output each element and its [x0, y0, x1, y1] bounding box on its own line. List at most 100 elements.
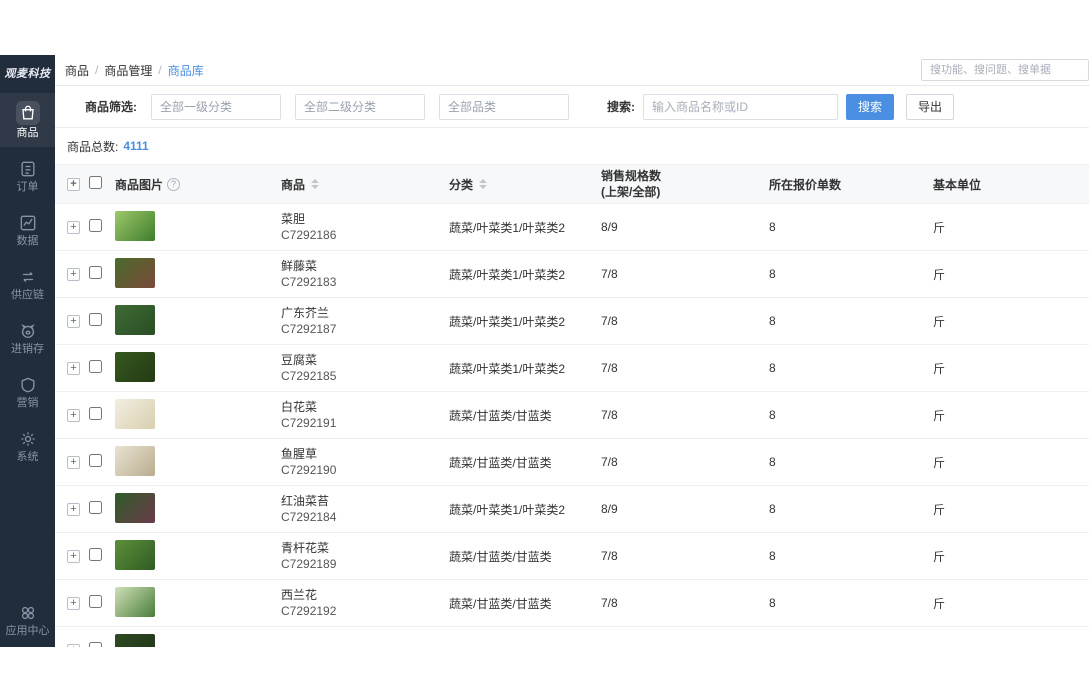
- sidebar-item-supply-chain[interactable]: 供应链: [0, 259, 55, 309]
- expand-all-button[interactable]: +: [67, 178, 80, 191]
- sidebar-item-label: 商品: [17, 128, 39, 139]
- level2-category-select[interactable]: 全部二级分类: [295, 94, 425, 120]
- product-name: 白花菜: [281, 400, 449, 414]
- sidebar-item-orders[interactable]: 订单: [0, 151, 55, 201]
- quote-count: 8: [769, 596, 933, 610]
- row-checkbox[interactable]: [89, 407, 102, 420]
- sidebar-nav: 商品订单数据供应链进销存营销系统: [0, 93, 55, 471]
- product-name-cell: 西兰花C7292192: [281, 588, 449, 619]
- product-name-cell: 青杆花菜C7292189: [281, 541, 449, 572]
- sidebar-item-label: 营销: [17, 398, 39, 409]
- header-quote-count: 所在报价单数: [769, 176, 933, 193]
- row-checkbox[interactable]: [89, 360, 102, 373]
- expand-row-button[interactable]: +: [67, 362, 80, 375]
- product-category: 蔬菜/叶菜类1/叶菜类2: [449, 219, 601, 236]
- brand-logo: 观麦科技: [5, 55, 51, 87]
- product-code: C7292183: [281, 275, 449, 289]
- base-unit: 斤: [933, 548, 1089, 565]
- header-base-unit: 基本单位: [933, 176, 1089, 193]
- product-code: C7292191: [281, 416, 449, 430]
- spec-count: 7/8: [601, 267, 769, 281]
- expand-row-button[interactable]: +: [67, 644, 80, 648]
- search-button[interactable]: 搜索: [846, 94, 894, 120]
- spec-count: 8/9: [601, 502, 769, 516]
- summary-bar: 商品总数: 4111: [55, 128, 1089, 164]
- sidebar-item-inventory[interactable]: 进销存: [0, 313, 55, 363]
- product-name-cell: 鲜藤菜C7292183: [281, 259, 449, 290]
- table-row: +: [55, 627, 1089, 647]
- product-name-cell: 广东芥兰C7292187: [281, 306, 449, 337]
- global-search-input[interactable]: [921, 59, 1089, 81]
- export-button[interactable]: 导出: [906, 94, 954, 120]
- row-checkbox[interactable]: [89, 642, 102, 647]
- goods-icon: [16, 101, 40, 125]
- product-type-select[interactable]: 全部品类: [439, 94, 569, 120]
- product-image-cell: [115, 258, 281, 291]
- header-spec-count: 销售规格数 (上架/全部): [601, 168, 769, 200]
- expand-row-button[interactable]: +: [67, 221, 80, 234]
- product-name-cell: 豆腐菜C7292185: [281, 353, 449, 384]
- expand-row-button[interactable]: +: [67, 597, 80, 610]
- product-code: C7292186: [281, 228, 449, 242]
- header-category[interactable]: 分类: [449, 176, 601, 193]
- row-checkbox[interactable]: [89, 266, 102, 279]
- quote-count: 8: [769, 502, 933, 516]
- sidebar-item-label: 应用中心: [6, 626, 50, 637]
- quote-count: 8: [769, 408, 933, 422]
- product-name: 西兰花: [281, 588, 449, 602]
- expand-row-button[interactable]: +: [67, 456, 80, 469]
- product-image: [115, 305, 155, 335]
- product-image: [115, 540, 155, 570]
- sidebar-item-marketing[interactable]: 营销: [0, 367, 55, 417]
- product-name: 鱼腥草: [281, 447, 449, 461]
- product-image-cell: [115, 305, 281, 338]
- header-product[interactable]: 商品: [281, 176, 449, 193]
- level1-category-select[interactable]: 全部一级分类: [151, 94, 281, 120]
- product-image-cell: [115, 587, 281, 620]
- product-image-cell: [115, 493, 281, 526]
- row-checkbox[interactable]: [89, 313, 102, 326]
- table-row: +白花菜C7292191蔬菜/甘蓝类/甘蓝类7/88斤: [55, 392, 1089, 439]
- row-checkbox-cell: [89, 313, 115, 329]
- product-code: C7292184: [281, 510, 449, 524]
- app-center-icon: [18, 603, 38, 623]
- expand-row-button[interactable]: +: [67, 268, 80, 281]
- row-checkbox[interactable]: [89, 595, 102, 608]
- system-icon: [18, 429, 38, 449]
- product-search-input[interactable]: [643, 94, 838, 120]
- header-product-image: 商品图片 ?: [115, 176, 281, 193]
- base-unit: 斤: [933, 266, 1089, 283]
- expand-row-button[interactable]: +: [67, 409, 80, 422]
- expand-row-button[interactable]: +: [67, 503, 80, 516]
- sort-icon[interactable]: [479, 179, 487, 189]
- product-image: [115, 399, 155, 429]
- product-name-cell: 白花菜 C7292191: [281, 400, 449, 431]
- filter-label: 商品筛选:: [85, 98, 137, 115]
- table-row: +红油菜苔C7292184蔬菜/叶菜类1/叶菜类28/98斤: [55, 486, 1089, 533]
- select-all-checkbox[interactable]: [89, 176, 102, 189]
- row-checkbox[interactable]: [89, 219, 102, 232]
- breadcrumb-goods-management[interactable]: 商品管理: [104, 62, 152, 79]
- breadcrumb-goods[interactable]: 商品: [65, 62, 89, 79]
- row-checkbox[interactable]: [89, 501, 102, 514]
- product-image: [115, 587, 155, 617]
- row-checkbox-cell: [89, 642, 115, 647]
- row-checkbox[interactable]: [89, 454, 102, 467]
- app-window: 观麦科技 商品订单数据供应链进销存营销系统 应用中心 商品 / 商品管理 / 商…: [0, 55, 1089, 647]
- row-checkbox[interactable]: [89, 548, 102, 561]
- row-checkbox-cell: [89, 454, 115, 470]
- sidebar-item-goods[interactable]: 商品: [0, 93, 55, 147]
- sidebar-item-data[interactable]: 数据: [0, 205, 55, 255]
- table-row: +鱼腥草C7292190蔬菜/甘蓝类/甘蓝类7/88斤: [55, 439, 1089, 486]
- expand-row-button[interactable]: +: [67, 550, 80, 563]
- spec-count: 8/9: [601, 220, 769, 234]
- sidebar-item-system[interactable]: 系统: [0, 421, 55, 471]
- expand-row-button[interactable]: +: [67, 315, 80, 328]
- sidebar-item-app-center[interactable]: 应用中心: [0, 595, 55, 647]
- table-row: +鲜藤菜C7292183蔬菜/叶菜类1/叶菜类27/88斤: [55, 251, 1089, 298]
- product-image-cell: [115, 446, 281, 479]
- row-checkbox-cell: [89, 219, 115, 235]
- sort-icon[interactable]: [311, 179, 319, 189]
- help-icon[interactable]: ?: [167, 178, 180, 191]
- table-row: +广东芥兰C7292187蔬菜/叶菜类1/叶菜类27/88斤: [55, 298, 1089, 345]
